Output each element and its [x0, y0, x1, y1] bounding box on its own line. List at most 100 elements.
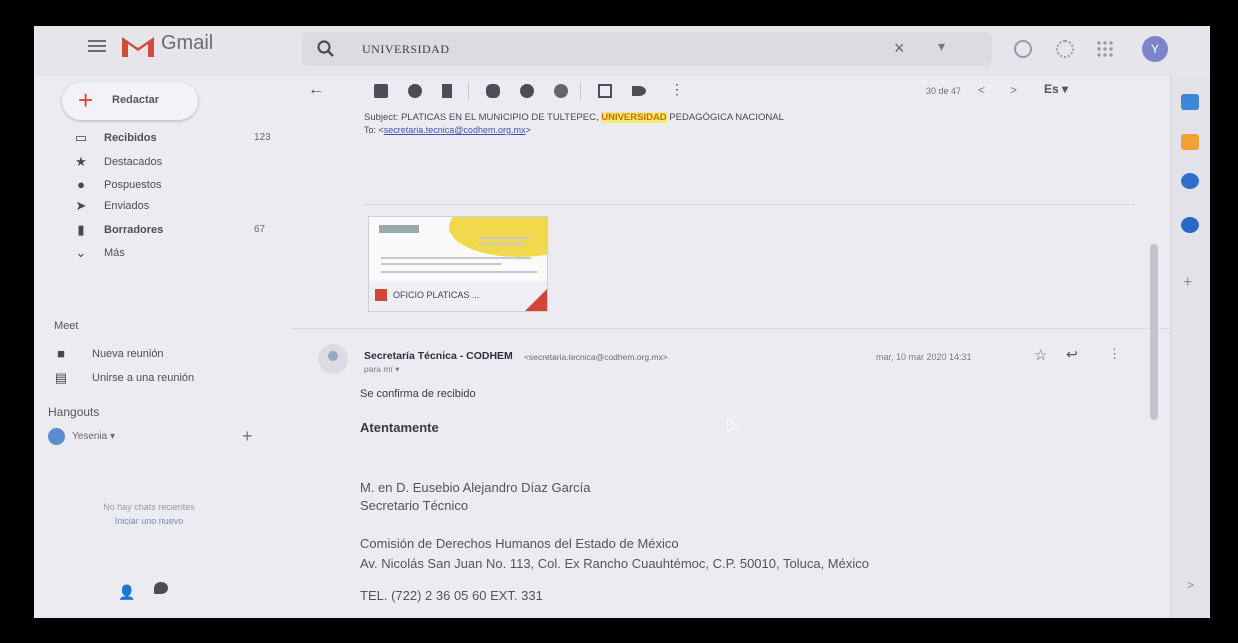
sidebar-item-drafts[interactable]: ▮ Borradores 67 [74, 220, 284, 242]
hangouts-section-title: Hangouts [48, 405, 100, 419]
tasks-icon[interactable] [1181, 173, 1199, 189]
quoted-to-close: > [525, 125, 531, 135]
unread-count: 123 [254, 132, 271, 143]
add-chat-icon[interactable]: + [242, 426, 253, 447]
quoted-to-label: To: < [364, 125, 384, 135]
attachment-preview [369, 217, 547, 281]
toolbar-divider [580, 82, 581, 100]
new-meeting-link[interactable]: ■ Nueva reunión [54, 344, 274, 366]
star-icon[interactable]: ☆ [1034, 346, 1047, 364]
body-text: Se confirma de recibido [360, 388, 476, 400]
sidebar-item-inbox[interactable]: ▭ Recibidos 123 [74, 128, 284, 150]
account-avatar[interactable]: Y [1142, 36, 1168, 62]
mark-unread-icon[interactable] [486, 84, 500, 98]
attachment-text-line [381, 271, 537, 273]
sidebar-item-more[interactable]: ⌄ Más [74, 243, 284, 265]
hangouts-user-name: Yesenia ▾ [72, 431, 115, 442]
compose-label: Redactar [112, 94, 160, 106]
add-task-icon[interactable] [554, 84, 568, 98]
send-icon: ➤ [75, 198, 87, 213]
contacts-tab-icon[interactable]: 👤 [118, 584, 135, 601]
inbox-icon: ▭ [74, 130, 88, 145]
quoted-subject-prefix: Subject: PLATICAS EN EL MUNICIPIO DE TUL… [364, 112, 602, 123]
search-bar[interactable]: UNIVERSIDAD × ▾ [302, 32, 992, 66]
hangouts-avatar [48, 428, 65, 445]
hangouts-caret-icon: ▾ [110, 431, 116, 442]
move-to-icon[interactable] [598, 84, 612, 98]
pdf-icon [375, 289, 387, 301]
gmail-brand-text[interactable]: Gmail [161, 32, 213, 55]
attachment-text-line [381, 263, 501, 265]
snooze-icon[interactable] [520, 84, 534, 98]
plus-icon: + [78, 85, 94, 115]
apps-grid-icon[interactable] [1096, 40, 1114, 58]
message-toolbar: ← ⋮ 30 de 47 < > Es ▾ [292, 76, 1170, 108]
trash-icon[interactable] [442, 84, 452, 98]
signature-role: Secretario Técnico [360, 498, 469, 513]
label-icon[interactable] [632, 86, 646, 96]
get-addons-icon[interactable]: + [1183, 274, 1192, 292]
divider [364, 204, 1134, 205]
contacts-icon[interactable] [1181, 217, 1199, 233]
star-icon: ★ [75, 154, 87, 169]
archive-icon[interactable] [374, 84, 388, 98]
body-text: Atentamente [360, 420, 439, 435]
keep-icon[interactable] [1181, 134, 1199, 150]
sender-avatar[interactable] [318, 344, 348, 374]
start-new-chat-link[interactable]: Iniciar uno nuevo [54, 516, 244, 526]
chat-tab-icon[interactable] [154, 582, 168, 594]
reply-icon[interactable]: ↩ [1066, 346, 1078, 363]
sender-email: <secretaria.tecnica@codhem.org.mx> [524, 352, 668, 362]
report-spam-icon[interactable] [408, 84, 422, 98]
input-language-select[interactable]: Es ▾ [1044, 82, 1068, 96]
attachment-corner [525, 289, 547, 311]
gmail-window: Gmail UNIVERSIDAD × ▾ Y + Redactar ▭ Rec… [34, 26, 1210, 618]
sidebar-item-label: Borradores [104, 224, 164, 236]
search-options-icon[interactable]: ▾ [938, 38, 945, 55]
sender-name[interactable]: Secretaría Técnica - CODHEM [364, 350, 513, 362]
search-icon[interactable] [316, 39, 336, 59]
older-chevron-icon[interactable]: < [978, 83, 985, 97]
settings-gear-icon[interactable] [1056, 40, 1074, 58]
sidebar-item-sent[interactable]: ➤ Enviados [74, 196, 284, 218]
join-meeting-link[interactable]: ▤ Unirse a una reunión [54, 368, 274, 390]
back-arrow-icon[interactable]: ← [308, 81, 324, 99]
hangouts-user-name-text: Yesenia [72, 431, 108, 442]
message-more-icon[interactable]: ⋮ [1108, 346, 1121, 362]
newer-chevron-icon[interactable]: > [1010, 83, 1017, 97]
sidebar-item-snoozed[interactable]: ● Pospuestos [74, 175, 284, 197]
divider [292, 328, 1170, 329]
attachment-text-line [479, 237, 529, 239]
main-menu-icon[interactable] [88, 37, 106, 53]
scrollbar[interactable] [1150, 244, 1158, 420]
attachment-card[interactable]: OFICIO PLATICAS ... [368, 216, 548, 312]
show-side-panel-icon[interactable]: > [1187, 578, 1194, 592]
sidebar-item-starred[interactable]: ★ Destacados [74, 152, 284, 174]
draft-icon: ▮ [77, 222, 85, 237]
drafts-count: 67 [254, 224, 266, 235]
meet-section-title: Meet [54, 320, 79, 332]
video-camera-icon: ■ [57, 346, 65, 361]
recipient-email-link[interactable]: secretaria.tecnica@codhem.org.mx [384, 125, 526, 135]
attachment-logo [379, 225, 419, 233]
quoted-subject-suffix: PEDAGÓGICA NACIONAL [666, 112, 784, 123]
sidebar-item-label: Pospuestos [104, 179, 162, 191]
message-view: ← ⋮ 30 de 47 < > Es ▾ Subject: PLATICAS … [292, 76, 1170, 618]
mouse-cursor-icon [721, 414, 739, 432]
attachment-name: OFICIO PLATICAS ... [393, 290, 480, 300]
new-meeting-label: Nueva reunión [92, 348, 164, 360]
attachment-text-line [479, 243, 525, 245]
sidebar-item-label: Recibidos [104, 132, 157, 144]
help-icon[interactable] [1014, 40, 1032, 58]
hangouts-user-selector[interactable]: Yesenia ▾ + [48, 426, 268, 448]
more-options-icon[interactable]: ⋮ [670, 81, 684, 98]
search-input[interactable]: UNIVERSIDAD [362, 42, 450, 57]
calendar-icon[interactable] [1181, 94, 1199, 110]
sidebar-item-label: Más [104, 247, 125, 259]
gmail-logo-icon[interactable] [120, 33, 156, 59]
signature-phone: TEL. (722) 2 36 05 60 EXT. 331 [360, 588, 543, 603]
quoted-to: To: <secretaria.tecnica@codhem.org.mx> [364, 125, 531, 135]
compose-button[interactable]: + Redactar [62, 82, 198, 120]
clear-search-icon[interactable]: × [894, 38, 905, 59]
recipient-dropdown[interactable]: para mí ▾ [364, 364, 399, 375]
